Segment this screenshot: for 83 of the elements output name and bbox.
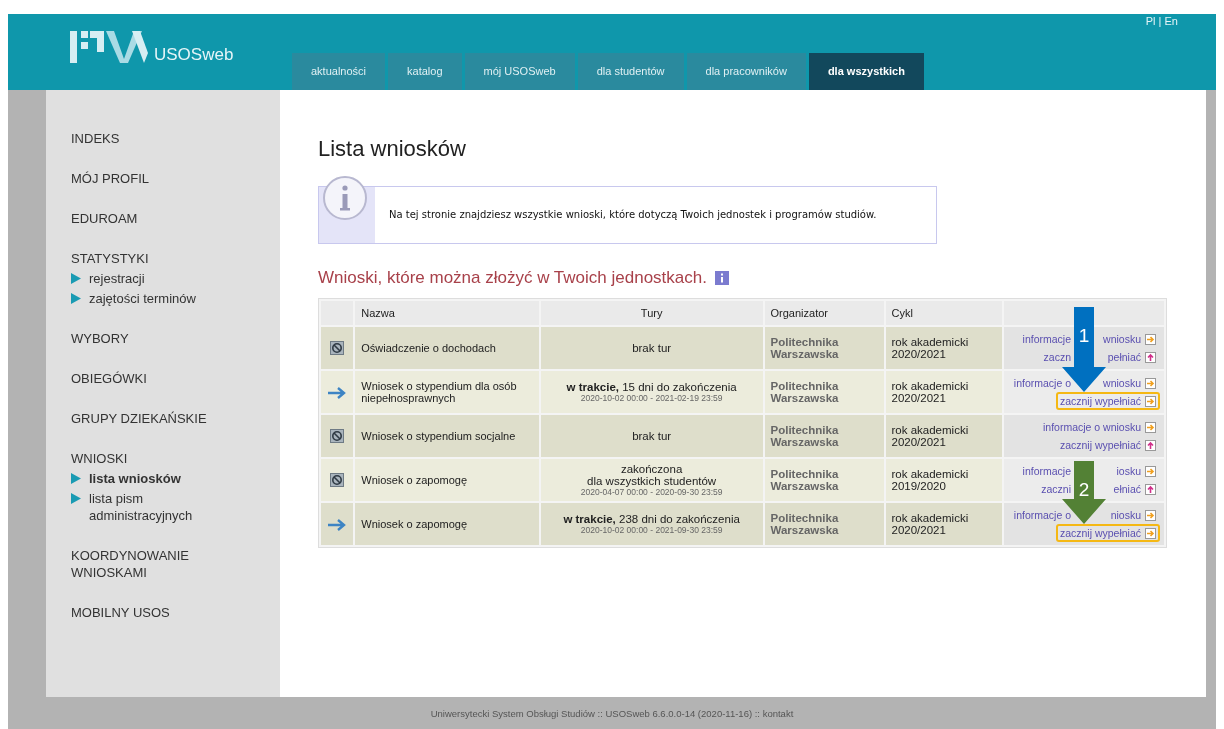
table-cell: rok akademicki 2020/2021: [885, 327, 1003, 369]
info-icon[interactable]: [714, 271, 729, 285]
info-link[interactable]: informacje: [1022, 333, 1071, 345]
table-cell: Wniosek o stypendium dla osób niepełnosprawnych: [355, 371, 539, 413]
section-heading: Wnioski, które można złożyć w Twoich jednostkach.: [318, 268, 707, 288]
page-title: Lista wniosków: [318, 136, 467, 162]
nav-tab[interactable]: katalog: [388, 53, 462, 90]
sidebar-subitem[interactable]: rejestracji: [89, 270, 219, 287]
arrow-right-icon: [1145, 333, 1156, 345]
date-range: 2020-10-02 00:00 - 2021-09-30 23:59: [579, 525, 724, 535]
sidebar-item[interactable]: WNIOSKI: [71, 450, 221, 467]
column-header: Tury: [540, 301, 763, 325]
round-status: w trakcie, 15 dni do zakończenia: [565, 381, 738, 393]
table-cell: Wniosek o zapomogę: [355, 503, 539, 545]
column-header: Cykl: [885, 301, 1003, 325]
arrow-right-icon: [1145, 509, 1156, 521]
sidebar-item[interactable]: INDEKS: [71, 130, 221, 147]
column-header: Nazwa: [355, 301, 539, 325]
round-status: w trakcie, 238 dni do zakończenia: [562, 513, 741, 525]
table-cell: Wniosek o zapomogę: [355, 459, 539, 501]
sidebar-subitem[interactable]: zajętości terminów: [89, 290, 219, 307]
sidebar-item[interactable]: WYBORY: [71, 330, 221, 347]
table-cell: Politechnika Warszawska: [764, 503, 884, 545]
table-cell: Politechnika Warszawska: [764, 415, 884, 457]
nav-tab[interactable]: mój USOSweb: [464, 53, 575, 90]
start-link[interactable]: zaczn: [1043, 351, 1071, 363]
start-link[interactable]: zaczni: [1041, 483, 1071, 495]
info-link[interactable]: informacje o: [1013, 509, 1071, 521]
callout-number: 1: [1077, 325, 1091, 347]
sidebar-item[interactable]: GRUPY DZIEKAŃSKIE: [71, 410, 221, 427]
footer-text: Uniwersytecki System Obsługi Studiów :: USOSweb 6.6.0.0-14 (2020-11-16) :: kontakt: [430, 707, 794, 719]
info-link[interactable]: iosku: [1097, 465, 1141, 477]
nav-tab[interactable]: dla wszystkich: [808, 53, 924, 90]
table-cell: Politechnika Warszawska: [764, 327, 884, 369]
sidebar-item[interactable]: STATYSTYKI: [71, 250, 221, 267]
brand-name: USOSweb: [154, 45, 234, 65]
triangle-icon: [71, 493, 81, 504]
info-link[interactable]: informacje o wniosku: [1042, 421, 1141, 433]
arrow-right-icon: [1145, 377, 1156, 389]
sidebar-item[interactable]: OBIEGÓWKI: [71, 370, 221, 387]
triangle-icon: [71, 273, 81, 284]
start-link[interactable]: ełniać: [1097, 483, 1141, 495]
nav-tab[interactable]: dla studentów: [577, 53, 684, 90]
info-link[interactable]: wniosku: [1097, 333, 1141, 345]
sidebar-subitem[interactable]: lista pism administracyjnych: [89, 490, 219, 524]
table-cell: rok akademicki 2020/2021: [885, 371, 1003, 413]
start-link[interactable]: zacznij wypełniać: [1059, 527, 1141, 539]
table-cell: rok akademicki 2019/2020: [885, 459, 1003, 501]
arrow-right-icon: [1145, 421, 1156, 433]
info-link[interactable]: niosku: [1097, 509, 1141, 521]
table-cell: Oświadczenie o dochodach: [355, 327, 539, 369]
round-status: brak tur: [631, 342, 673, 354]
round-status: brak tur: [631, 430, 673, 442]
info-text: Na tej stronie znajdziesz wszystkie wnioski, które dotyczą Twoich jednostek i programów studiów.: [388, 208, 877, 222]
triangle-icon: [71, 293, 81, 304]
sidebar-item[interactable]: KOORDYNOWANIE WNIOSKAMI: [71, 547, 221, 581]
info-link[interactable]: informacje o: [1013, 377, 1071, 389]
table-cell: rok akademicki 2020/2021: [885, 415, 1003, 457]
round-status: dla wszystkich studentów: [586, 475, 718, 487]
triangle-icon: [71, 473, 81, 484]
sidebar-item[interactable]: EDUROAM: [71, 210, 221, 227]
start-link[interactable]: zacznij wypełniać: [1059, 395, 1141, 407]
sidebar-item[interactable]: MÓJ PROFIL: [71, 170, 221, 187]
info-link[interactable]: wniosku: [1097, 377, 1141, 389]
round-status: zakończona: [619, 463, 684, 475]
sidebar-subitem[interactable]: lista wniosków: [89, 470, 219, 487]
table-cell: rok akademicki 2020/2021: [885, 503, 1003, 545]
info-icon: [322, 175, 368, 221]
callout-number: 2: [1077, 479, 1091, 501]
date-range: 2020-04-07 00:00 - 2020-09-30 23:59: [579, 487, 724, 497]
nav-tab[interactable]: dla pracowników: [686, 53, 806, 90]
table-cell: Wniosek o stypendium socjalne: [355, 415, 539, 457]
date-range: 2020-10-02 00:00 - 2021-02-19 23:59: [579, 393, 724, 403]
info-link[interactable]: informacje: [1022, 465, 1071, 477]
column-header: Organizator: [764, 301, 884, 325]
start-link[interactable]: pełniać: [1097, 351, 1141, 363]
language-links: Pl | En: [1145, 15, 1178, 27]
arrow-right-icon: [1145, 465, 1156, 477]
table-cell: Politechnika Warszawska: [764, 459, 884, 501]
table-cell: Politechnika Warszawska: [764, 371, 884, 413]
nav-tab[interactable]: aktualności: [292, 53, 386, 90]
sidebar-item[interactable]: MOBILNY USOS: [71, 604, 221, 621]
start-link[interactable]: zacznij wypełniać: [1059, 439, 1141, 451]
